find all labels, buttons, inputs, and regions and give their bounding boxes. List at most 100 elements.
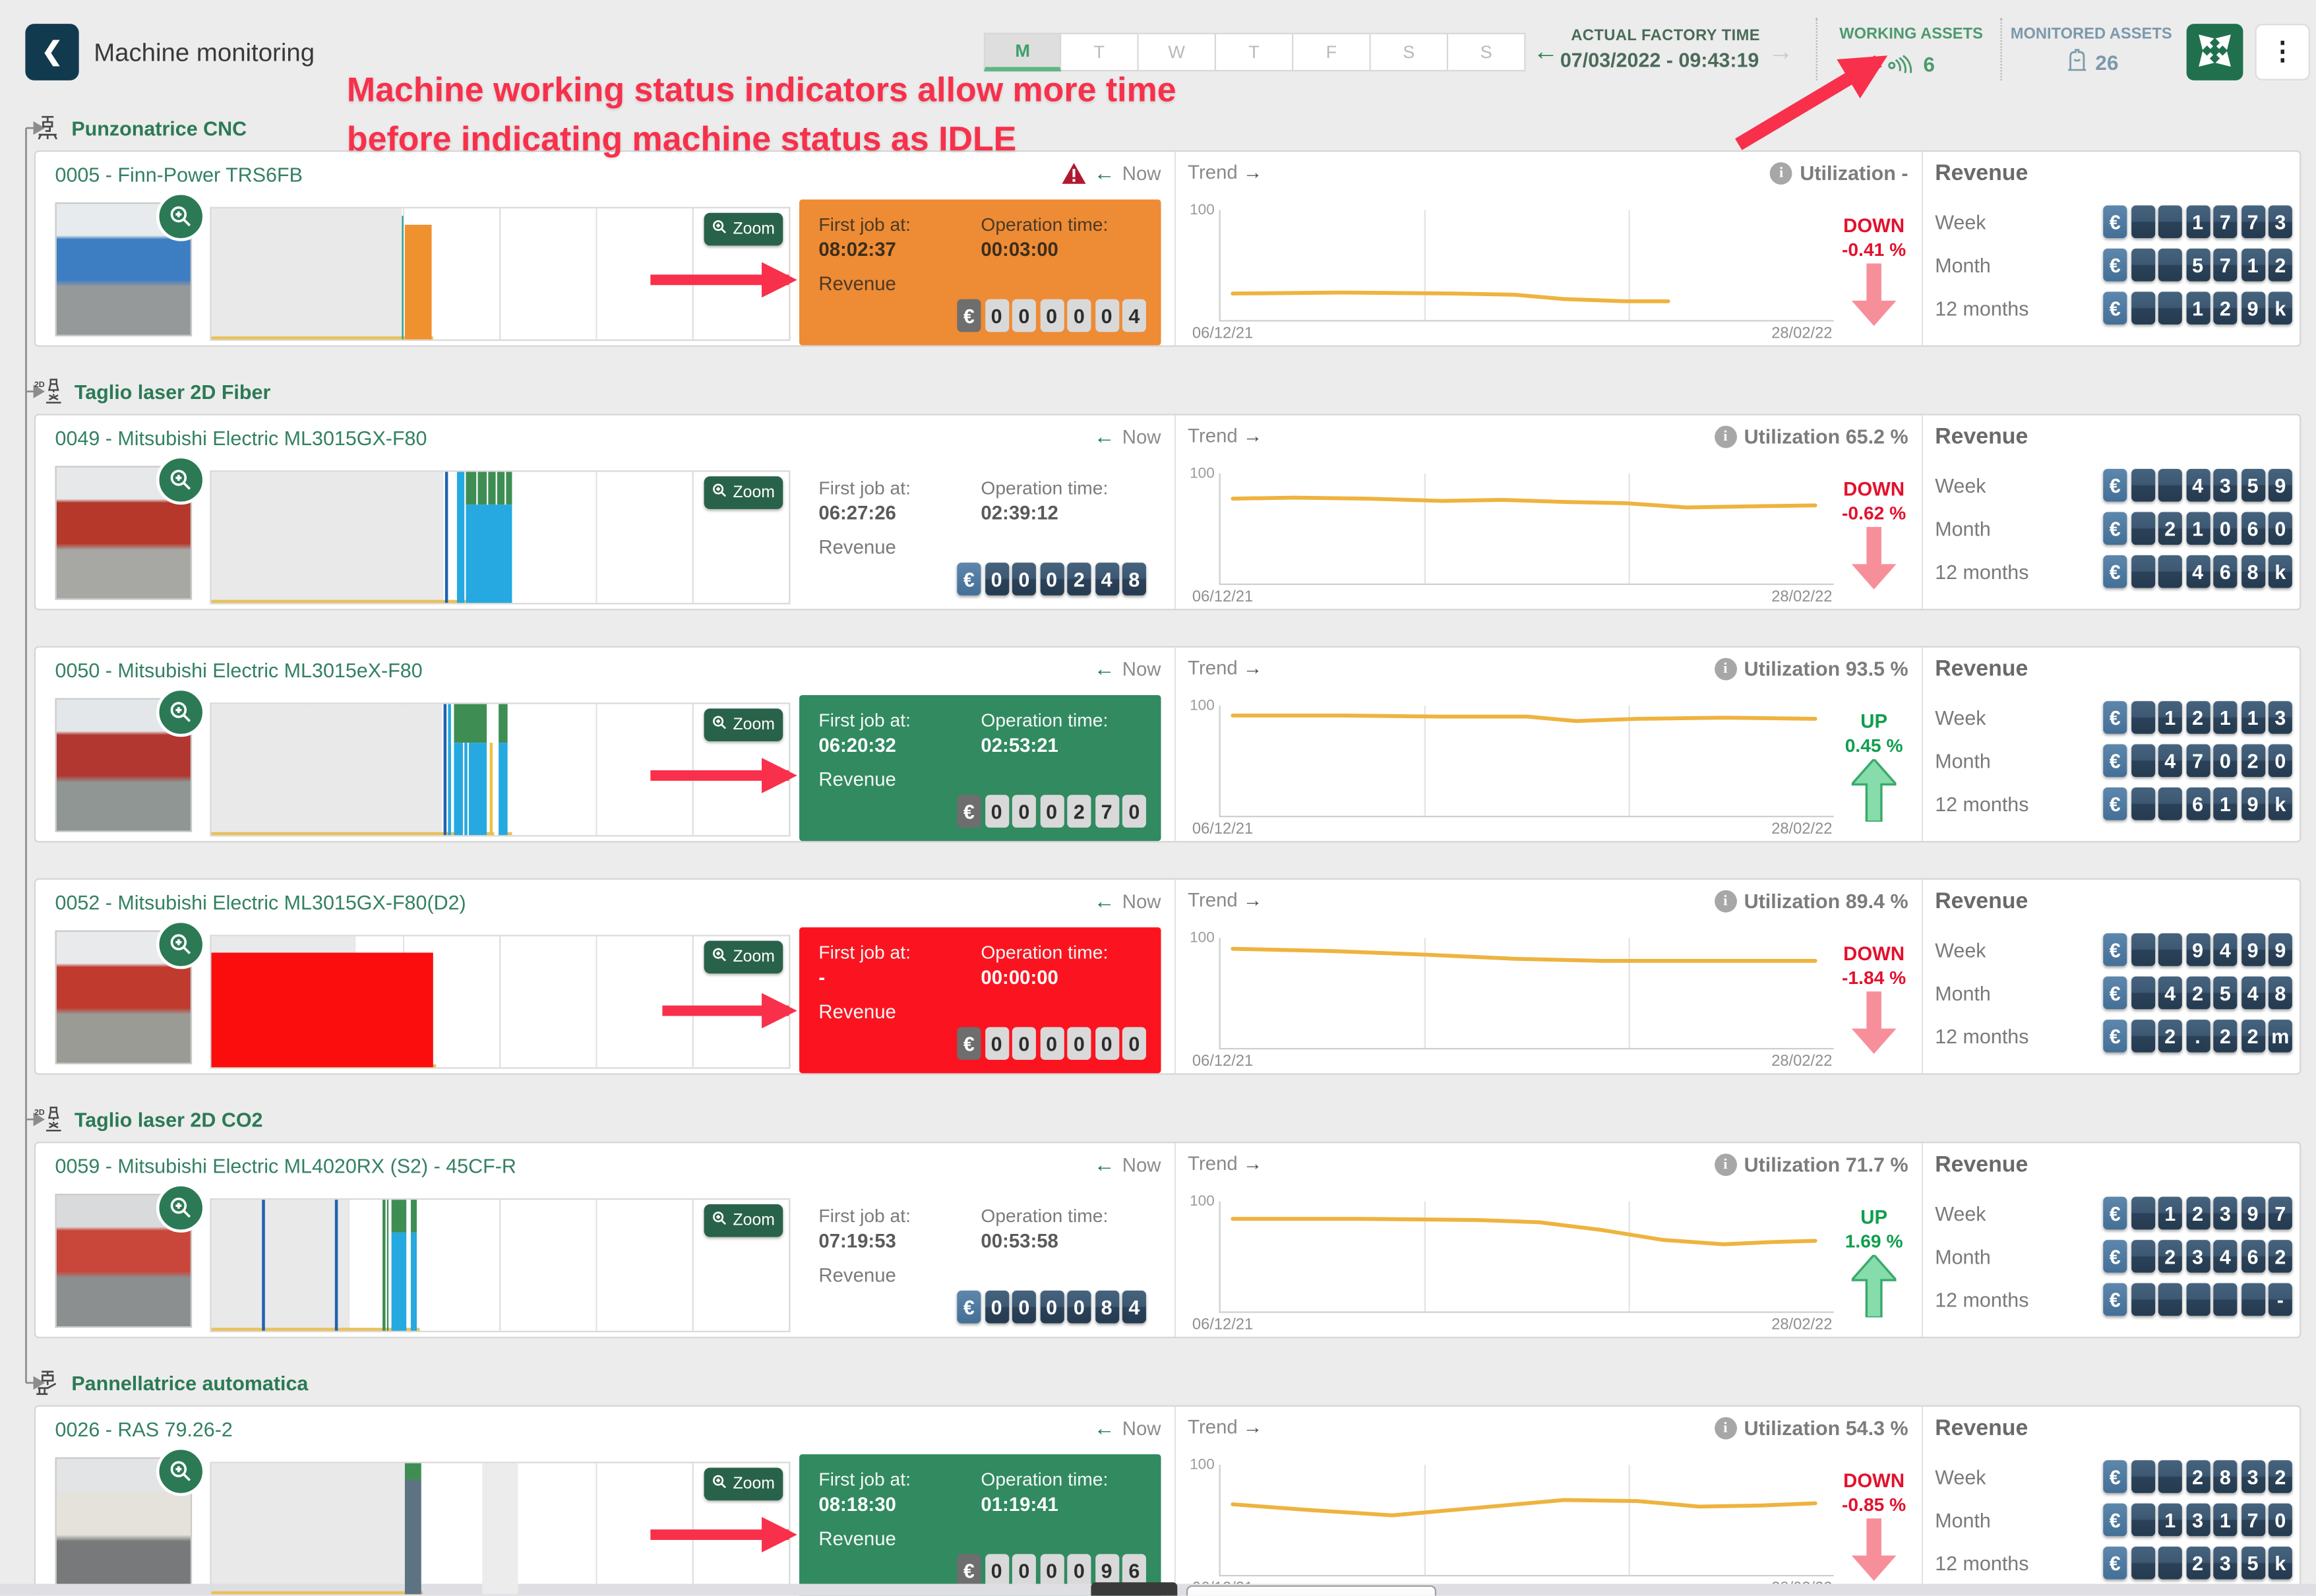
- counter-digit: 2: [2158, 1240, 2182, 1273]
- week-label: Week: [1935, 212, 1986, 234]
- twelve-months-revenue-counter: €235k: [2103, 1547, 2292, 1580]
- now-label: Now: [1122, 1153, 1161, 1175]
- counter-digit: 4: [2213, 933, 2237, 966]
- info-icon[interactable]: i: [1714, 658, 1736, 681]
- machine-card: 0059 - Mitsubishi Electric ML4020RX (S2)…: [34, 1142, 2301, 1338]
- photo-zoom-icon[interactable]: [156, 1447, 205, 1496]
- zoom-button[interactable]: Zoom: [704, 476, 783, 509]
- twelve-months-label: 12 months: [1935, 1026, 2028, 1048]
- day-cell-6[interactable]: S: [1448, 33, 1525, 72]
- counter-digit: k: [2269, 292, 2292, 324]
- timeline-bar: [476, 472, 477, 505]
- operation-time-value: 00:03:00: [981, 238, 1058, 261]
- info-icon[interactable]: i: [1714, 426, 1736, 448]
- trend-chart: [1219, 1465, 1834, 1576]
- photo-zoom-icon[interactable]: [156, 192, 205, 241]
- utilization: i Utilization 54.3 %: [1714, 1417, 1908, 1440]
- divider: [1922, 880, 1923, 1073]
- working-assets-label: WORKING ASSETS: [1828, 25, 1995, 43]
- twelve-months-label: 12 months: [1935, 297, 2028, 320]
- machine-timeline[interactable]: [210, 207, 790, 341]
- counter-digit: 0: [1095, 299, 1118, 332]
- scrollbar-thumb[interactable]: [1091, 1582, 1177, 1595]
- back-button[interactable]: ❮: [25, 24, 78, 80]
- first-job-label: First job at:: [818, 942, 911, 964]
- timeline-bar: [499, 743, 507, 835]
- counter-digit: 9: [2241, 292, 2265, 324]
- now-marker: ← Now: [929, 161, 1161, 185]
- counter-digit: [2241, 1283, 2265, 1316]
- machine-timeline[interactable]: [210, 1461, 790, 1595]
- counter-digit: [2131, 1197, 2154, 1230]
- panel-revenue-label: Revenue: [818, 536, 896, 559]
- next-day-arrow-icon[interactable]: →: [1768, 37, 1793, 67]
- counter-digit: [2131, 292, 2154, 324]
- counter-digit: 0: [1040, 795, 1064, 828]
- photo-zoom-icon[interactable]: [156, 1183, 205, 1232]
- operation-time-value: 00:00:00: [981, 966, 1058, 989]
- counter-digit: 0: [1095, 1027, 1118, 1060]
- arrow-right-icon: →: [1243, 424, 1262, 446]
- x-axis-start: 06/12/21: [1192, 324, 1253, 342]
- timeline-elapsed: [212, 208, 402, 340]
- timeline-bar: [402, 216, 404, 340]
- operation-time-value: 00:53:58: [981, 1229, 1058, 1252]
- info-icon[interactable]: i: [1714, 1153, 1736, 1176]
- machine-timeline[interactable]: [210, 935, 790, 1068]
- counter-digit: 0: [1067, 1554, 1091, 1587]
- zoom-button[interactable]: Zoom: [704, 213, 783, 246]
- day-cell-3[interactable]: T: [1216, 33, 1293, 72]
- group-name: Pannellatrice automatica: [71, 1372, 308, 1394]
- counter-digit: [2158, 1460, 2182, 1493]
- machine-timeline[interactable]: [210, 1198, 790, 1332]
- machine-title: 0059 - Mitsubishi Electric ML4020RX (S2)…: [55, 1155, 516, 1177]
- month-revenue-counter: €42548: [2103, 977, 2292, 1010]
- counter-digit: 1: [2186, 205, 2210, 238]
- counter-digit: [2158, 933, 2182, 966]
- info-icon[interactable]: i: [1770, 162, 1792, 185]
- status-panel: First job at: 06:27:26 Operation time: 0…: [799, 463, 1161, 609]
- counter-digit: 3: [2269, 701, 2292, 734]
- photo-zoom-icon[interactable]: [156, 688, 205, 737]
- machine-timeline[interactable]: [210, 702, 790, 836]
- counter-digit: 9: [2269, 933, 2292, 966]
- counter-digit: 1: [2186, 292, 2210, 324]
- counter-digit: 2: [2269, 1240, 2292, 1273]
- working-assets-value: 6: [1828, 51, 1995, 78]
- trend-chart: [1219, 706, 1834, 817]
- counter-digit: 5: [2186, 249, 2210, 282]
- first-job-value: 08:02:37: [818, 238, 896, 261]
- counter-digit: 1: [2241, 701, 2265, 734]
- monitored-assets-label: MONITORED ASSETS: [2007, 25, 2176, 43]
- now-arrow-icon: ←: [1094, 1152, 1115, 1176]
- counter-digit: 6: [2241, 1240, 2265, 1273]
- x-axis-start: 06/12/21: [1192, 588, 1253, 606]
- day-cell-5[interactable]: S: [1371, 33, 1448, 72]
- kebab-menu-button[interactable]: ⋮: [2255, 24, 2310, 80]
- trend-chart: [1219, 938, 1834, 1049]
- currency-box: €: [957, 1291, 981, 1324]
- counter-digit: [2158, 555, 2182, 588]
- operation-time-label: Operation time:: [981, 1206, 1108, 1227]
- magnifier-icon: [712, 714, 729, 735]
- counter-digit: 4: [1122, 299, 1146, 332]
- y-axis-tick: 100: [1174, 1194, 1215, 1210]
- trend-chart: [1219, 474, 1834, 585]
- zoom-button[interactable]: Zoom: [704, 1467, 783, 1500]
- photo-zoom-icon[interactable]: [156, 456, 205, 505]
- trend-delta: 0.45 %: [1845, 735, 1903, 756]
- counter-digit: 2: [2186, 977, 2210, 1010]
- info-icon[interactable]: i: [1714, 1417, 1736, 1440]
- zoom-button[interactable]: Zoom: [704, 940, 783, 973]
- timeline-bar: [486, 472, 487, 505]
- zoom-button[interactable]: Zoom: [704, 708, 783, 741]
- zoom-button[interactable]: Zoom: [704, 1204, 783, 1237]
- counter-digit: [2131, 249, 2154, 282]
- timeline-bar: [391, 1200, 407, 1233]
- photo-zoom-icon[interactable]: [156, 920, 205, 969]
- machine-timeline[interactable]: [210, 470, 790, 604]
- group-name: Punzonatrice CNC: [71, 117, 247, 139]
- fullscreen-button[interactable]: [2187, 24, 2243, 80]
- day-cell-4[interactable]: F: [1293, 33, 1370, 72]
- info-icon[interactable]: i: [1714, 890, 1736, 913]
